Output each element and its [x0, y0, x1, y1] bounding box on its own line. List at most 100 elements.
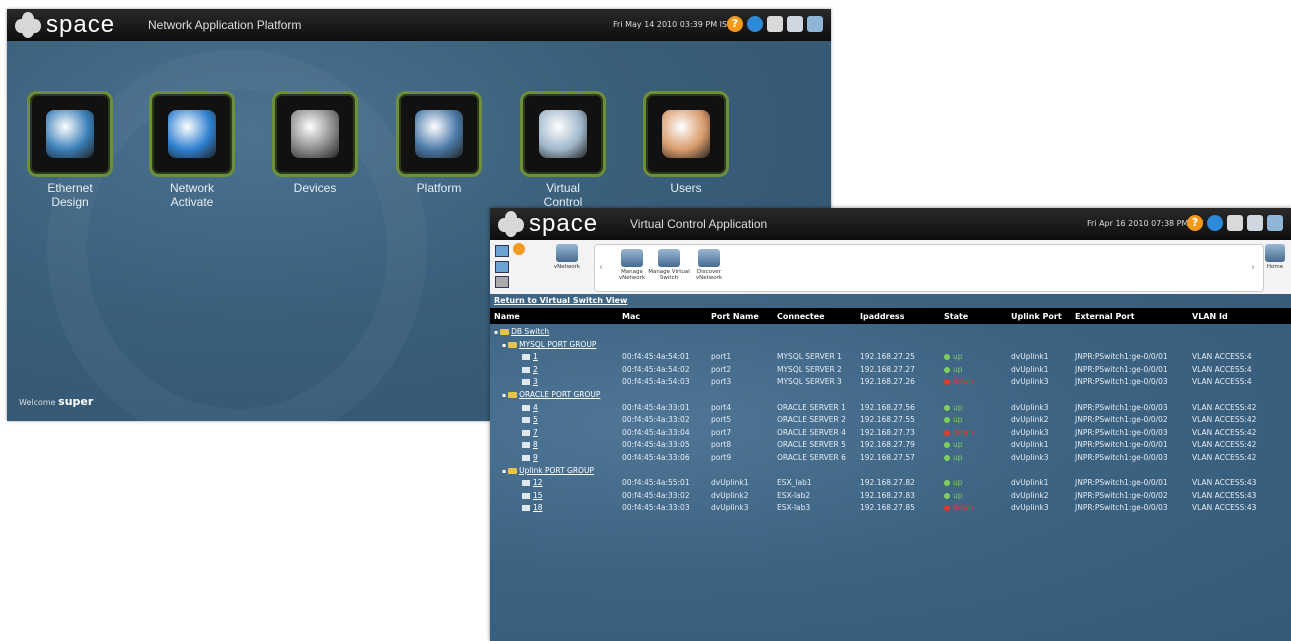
top-icons: ? — [727, 16, 823, 32]
table-row[interactable]: 12 00:f4:45:4a:55:01 dvUplink1 ESX_lab1 192.… — [490, 476, 1291, 488]
check-icon[interactable] — [513, 243, 525, 255]
home-button[interactable]: Home — [1260, 244, 1290, 270]
port-name-cell[interactable]: 15 — [522, 491, 543, 500]
table-row[interactable]: 3 00:f4:45:4a:54:03 port3 MYSQL SERVER 3 192… — [490, 375, 1291, 387]
port-link[interactable]: 12 — [533, 478, 543, 487]
port-link[interactable]: 8 — [533, 440, 538, 449]
app-title: Virtual Control Application — [630, 217, 768, 231]
expand-icon[interactable]: ▪ — [502, 392, 506, 399]
column-header-ipaddress[interactable]: Ipaddress — [860, 312, 904, 321]
port-name-cell[interactable]: 7 — [522, 428, 538, 437]
tree-node-label[interactable]: Uplink PORT GROUP — [519, 466, 594, 475]
table-row[interactable]: 15 00:f4:45:4a:33:02 dvUplink2 ESX-lab2 192.… — [490, 489, 1291, 501]
tree-root-db-switch[interactable]: ▪ DB Switch — [494, 327, 549, 336]
space-logo[interactable]: space — [15, 12, 115, 38]
state-cell: up — [944, 478, 963, 487]
port-name-cell[interactable]: 3 — [522, 377, 538, 386]
table-row[interactable]: 8 00:f4:45:4a:33:05 port8 ORACLE SERVER 5 19… — [490, 438, 1291, 450]
table-row[interactable]: 5 00:f4:45:4a:33:02 port5 ORACLE SERVER 2 19… — [490, 413, 1291, 425]
column-header-connectee[interactable]: Connectee — [777, 312, 825, 321]
column-header-uplink-port[interactable]: Uplink Port — [1011, 312, 1062, 321]
manage-virtual-switch-icon — [658, 249, 680, 267]
vnetwork-button[interactable]: vNetwork — [540, 244, 594, 270]
expand-icon[interactable]: ▪ — [494, 329, 498, 336]
windows-icon[interactable] — [1247, 215, 1263, 231]
tree-node-label[interactable]: MYSQL PORT GROUP — [519, 340, 596, 349]
group-row[interactable]: ▪ MYSQL PORT GROUP — [490, 338, 1291, 350]
tile-devices[interactable]: Devices — [272, 91, 358, 195]
scroll-right-icon[interactable]: › — [1251, 262, 1255, 273]
table-row[interactable]: 4 00:f4:45:4a:33:01 port4 ORACLE SERVER 1 19… — [490, 401, 1291, 413]
port-link[interactable]: 4 — [533, 403, 538, 412]
tile-platform[interactable]: Platform — [396, 91, 482, 195]
help-icon[interactable]: ? — [1187, 215, 1203, 231]
globe-icon[interactable] — [1207, 215, 1223, 231]
tree-group-mysql-port-group[interactable]: ▪ MYSQL PORT GROUP — [502, 340, 596, 349]
help-icon[interactable]: ? — [727, 16, 743, 32]
port-link[interactable]: 2 — [533, 365, 538, 374]
port-link[interactable]: 5 — [533, 415, 538, 424]
ipaddress-cell: 192.168.27.82 — [860, 478, 915, 488]
scroll-left-icon[interactable]: ‹ — [599, 262, 603, 273]
uplink-port-cell: dvUplink3 — [1011, 503, 1049, 513]
tree-node-label[interactable]: DB Switch — [511, 327, 549, 336]
user-icon[interactable] — [767, 16, 783, 32]
port-link[interactable]: 9 — [533, 453, 538, 462]
tile-virtual-control[interactable]: Virtual Control — [520, 91, 606, 209]
table-row[interactable]: 1 00:f4:45:4a:54:01 port1 MYSQL SERVER 1 192… — [490, 350, 1291, 362]
group-row[interactable]: ▪ ORACLE PORT GROUP — [490, 388, 1291, 400]
tile-ethernet-design[interactable]: Ethernet Design — [27, 91, 113, 209]
port-link[interactable]: 18 — [533, 503, 543, 512]
port-name-cell[interactable]: 12 — [522, 478, 543, 487]
port-name-cell[interactable]: 2 — [522, 365, 538, 374]
column-header-external-port[interactable]: External Port — [1075, 312, 1135, 321]
column-header-mac[interactable]: Mac — [622, 312, 640, 321]
column-header-port-name[interactable]: Port Name — [711, 312, 759, 321]
connectee-cell: ORACLE SERVER 6 — [777, 453, 846, 462]
port-cell: port4 — [711, 402, 732, 412]
tile-users[interactable]: Users — [643, 91, 729, 195]
windows-icon[interactable] — [787, 16, 803, 32]
mac-cell: 00:f4:45:4a:33:05 — [622, 440, 690, 450]
port-link[interactable]: 15 — [533, 491, 543, 500]
external-port-cell: JNPR:PSwitch1:ge-0/0/01 — [1075, 440, 1168, 450]
return-to-virtual-switch-view-link[interactable]: Return to Virtual Switch View — [494, 296, 627, 305]
stack-icon[interactable] — [495, 276, 509, 288]
logout-icon[interactable] — [807, 16, 823, 32]
tile-network-activate[interactable]: Network Activate — [149, 91, 235, 209]
port-link[interactable]: 3 — [533, 377, 538, 386]
list-view-icon[interactable] — [495, 261, 509, 273]
tree-node-label[interactable]: ORACLE PORT GROUP — [519, 390, 600, 399]
column-header-state[interactable]: State — [944, 312, 968, 321]
port-name-cell[interactable]: 5 — [522, 415, 538, 424]
port-link[interactable]: 7 — [533, 428, 538, 437]
table-row[interactable]: 9 00:f4:45:4a:33:06 port9 ORACLE SERVER 6 19… — [490, 451, 1291, 463]
tree-group-uplink-port-group[interactable]: ▪ Uplink PORT GROUP — [502, 466, 594, 475]
port-name-cell[interactable]: 4 — [522, 403, 538, 412]
user-person-icon — [643, 91, 729, 177]
vlan-id-cell: VLAN ACCESS:43 — [1192, 478, 1257, 488]
tree-group-oracle-port-group[interactable]: ▪ ORACLE PORT GROUP — [502, 390, 600, 399]
table-row[interactable]: 18 00:f4:45:4a:33:03 dvUplink3 ESX-lab3 192.… — [490, 501, 1291, 513]
grid-view-icon[interactable] — [495, 245, 509, 257]
port-link[interactable]: 1 — [533, 352, 538, 361]
table-row[interactable]: 7 00:f4:45:4a:33:04 port7 ORACLE SERVER 4 19… — [490, 426, 1291, 438]
port-name-cell[interactable]: 9 — [522, 453, 538, 462]
user-icon[interactable] — [1227, 215, 1243, 231]
table-row[interactable]: 2 00:f4:45:4a:54:02 port2 MYSQL SERVER 2 192… — [490, 363, 1291, 375]
expand-icon[interactable]: ▪ — [502, 342, 506, 349]
logo-text: space — [46, 11, 116, 38]
root-row[interactable]: ▪ DB Switch — [490, 325, 1291, 337]
port-name-cell[interactable]: 8 — [522, 440, 538, 449]
port-name-cell[interactable]: 18 — [522, 503, 543, 512]
logout-icon[interactable] — [1267, 215, 1283, 231]
globe-icon[interactable] — [747, 16, 763, 32]
port-name-cell[interactable]: 1 — [522, 352, 538, 361]
column-header-name[interactable]: Name — [494, 312, 520, 321]
mac-cell: 00:f4:45:4a:33:06 — [622, 453, 690, 462]
space-logo[interactable]: space — [498, 211, 598, 237]
discover-vnetwork-button[interactable]: Discover vNetwork — [682, 249, 736, 281]
expand-icon[interactable]: ▪ — [502, 468, 506, 475]
column-header-vlan-id[interactable]: VLAN Id — [1192, 312, 1228, 321]
group-row[interactable]: ▪ Uplink PORT GROUP — [490, 464, 1291, 476]
